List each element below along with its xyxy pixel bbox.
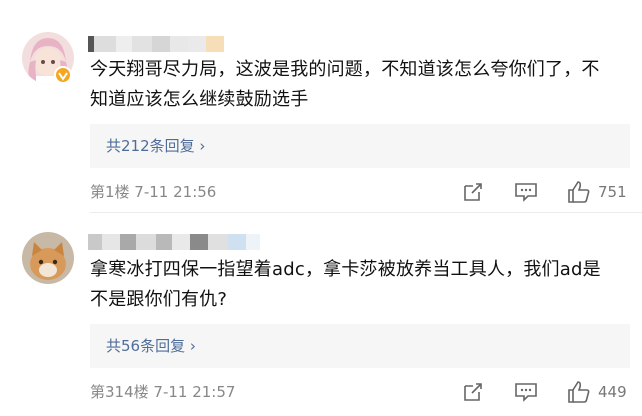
floor-and-time: 第314楼 7-11 21:57 <box>90 383 236 401</box>
like-count: 449 <box>598 383 627 401</box>
comment-item: 拿寒冰打四保一指望着adc，拿卡莎被放养当工具人，我们ad是 不是跟你们有仇? … <box>0 0 642 416</box>
comment-text-line: 拿寒冰打四保一指望着adc，拿卡莎被放养当工具人，我们ad是 <box>90 259 601 280</box>
replies-box[interactable]: 共56条回复 › <box>90 324 630 368</box>
comment-icon[interactable] <box>514 381 538 407</box>
thumbs-up-icon[interactable] <box>566 379 592 409</box>
comment-text-line: 不是跟你们有仇? <box>90 289 228 310</box>
avatar[interactable] <box>22 232 74 284</box>
replies-link[interactable]: 共56条回复 › <box>106 335 196 356</box>
comment-text: 拿寒冰打四保一指望着adc，拿卡莎被放养当工具人，我们ad是 不是跟你们有仇? <box>90 255 630 315</box>
comment-meta: 第314楼 7-11 21:57 449 <box>90 381 630 405</box>
share-edit-icon[interactable] <box>462 381 484 407</box>
username[interactable] <box>88 234 260 250</box>
